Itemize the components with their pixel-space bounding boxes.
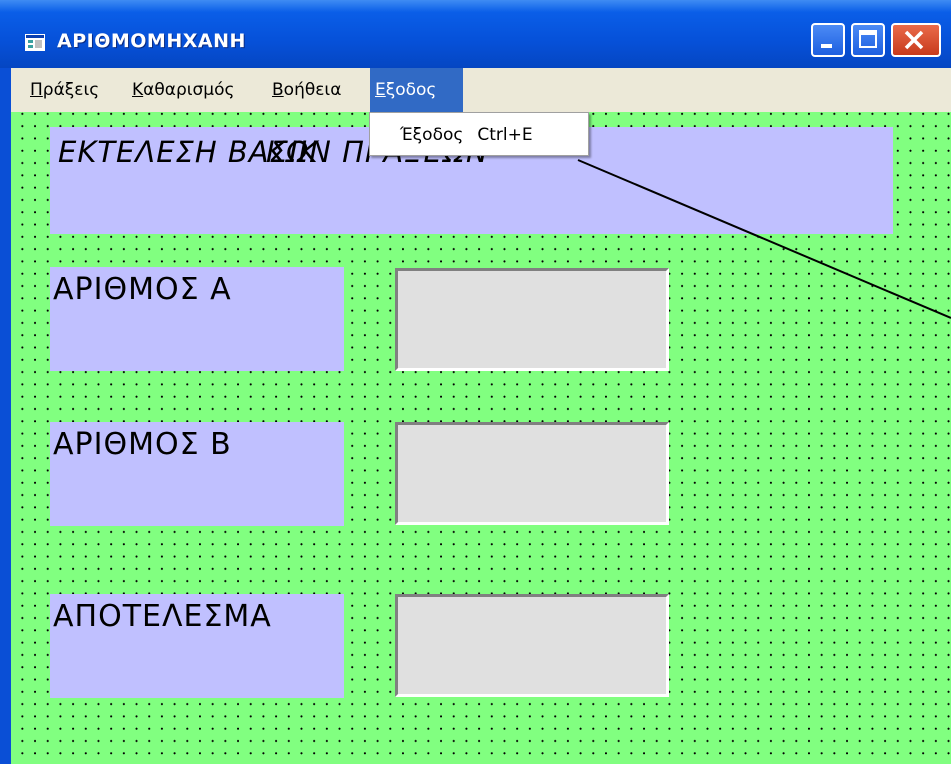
callout-line bbox=[577, 159, 951, 319]
app-window: ΑΡΙΘΜΟΜΗΧΑΝΗ Πράξεις Καθαρισμός Βοήθεια … bbox=[0, 0, 951, 764]
annotation-arrow-line bbox=[577, 159, 951, 319]
